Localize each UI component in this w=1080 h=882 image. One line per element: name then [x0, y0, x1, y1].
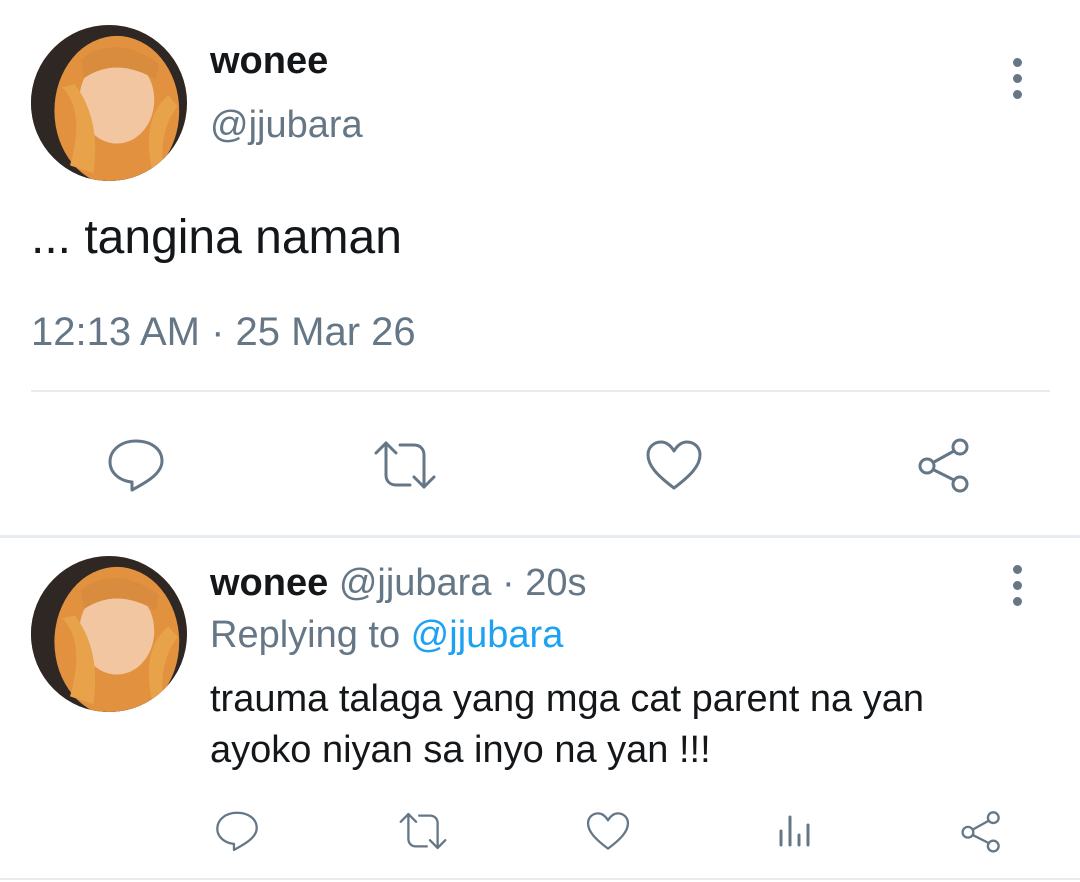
replying-to-label: Replying to [210, 614, 411, 656]
heart-icon [586, 812, 630, 850]
reply-header: wonee @jjubara · 20s [210, 562, 587, 605]
share-button[interactable] [951, 802, 1011, 860]
more-options-button[interactable] [1011, 58, 1023, 99]
retweet-icon [399, 812, 447, 850]
like-button[interactable] [634, 430, 714, 500]
display-name[interactable]: wonee [210, 562, 328, 604]
separator: · [491, 562, 526, 604]
tweet-timestamp: 12:13 AM · 25 Mar 26 [31, 310, 416, 354]
retweet-button[interactable] [365, 430, 445, 500]
reply-icon [216, 811, 258, 852]
reply-button[interactable] [207, 802, 267, 860]
avatar[interactable] [31, 556, 187, 712]
retweet-button[interactable] [393, 802, 453, 860]
more-vertical-icon [1012, 565, 1022, 574]
divider [0, 878, 1080, 880]
reply-text-line-1: trauma talaga yang mga cat parent na yan [210, 678, 925, 720]
analytics-button[interactable] [765, 802, 825, 860]
tweet-age: 20s [525, 562, 587, 604]
reply-icon [108, 439, 164, 492]
replying-to: Replying to @jjubara [210, 614, 563, 657]
section-divider [0, 535, 1080, 538]
analytics-icon [779, 815, 810, 847]
avatar-image [31, 25, 187, 181]
tweet-text: ... tangina naman [31, 211, 402, 264]
divider [31, 390, 1050, 392]
avatar[interactable] [31, 25, 187, 181]
display-name[interactable]: wonee [210, 40, 328, 83]
replying-to-link[interactable]: @jjubara [411, 614, 564, 656]
user-handle[interactable]: @jjubara [339, 562, 492, 604]
share-button[interactable] [904, 430, 984, 500]
like-button[interactable] [578, 802, 638, 860]
reply-text-line-2: ayoko niyan sa inyo na yan !!! [210, 729, 711, 771]
retweet-icon [374, 441, 436, 489]
more-vertical-icon [1012, 58, 1022, 67]
reply-button[interactable] [96, 430, 176, 500]
more-options-button[interactable] [1011, 565, 1023, 606]
share-icon [918, 438, 969, 493]
heart-icon [646, 440, 702, 490]
share-icon [961, 810, 1000, 853]
user-handle[interactable]: @jjubara [210, 104, 363, 147]
avatar-image [31, 556, 187, 712]
